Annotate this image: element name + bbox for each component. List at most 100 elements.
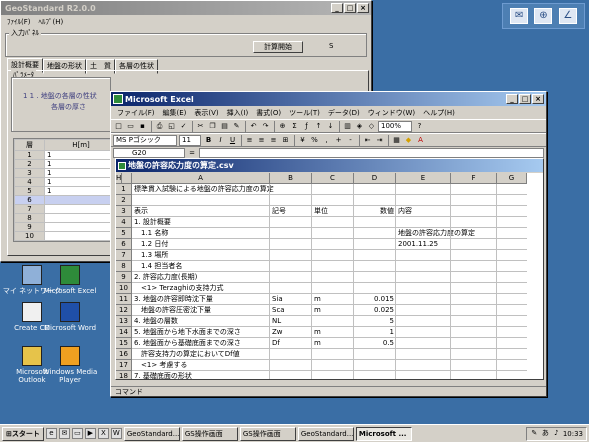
task-gs-screen-1[interactable]: GS操作画面 [181,426,238,441]
row-header[interactable]: 9 [116,272,132,283]
media-icon[interactable]: ▶ [84,428,96,439]
copy-icon[interactable]: ❐ [207,121,218,132]
menu-edit[interactable]: 編集(E) [159,108,191,118]
row-header[interactable]: 7 [116,250,132,261]
chart-wizard-icon[interactable]: ▥ [342,121,353,132]
spell-icon[interactable]: ✓ [178,121,189,132]
column-header-g[interactable]: G [497,173,527,184]
column-header-c[interactable]: C [312,173,354,184]
redo-icon[interactable]: ↷ [260,121,271,132]
bold-icon[interactable]: B [203,135,214,146]
row-header[interactable]: 17 [116,360,132,371]
hyperlink-icon[interactable]: ⊕ [277,121,288,132]
task-geostandard-2[interactable]: GeoStandard... [297,426,354,441]
cut-icon[interactable]: ✂ [195,121,206,132]
desktop-icon-word[interactable]: Microsoft Word [40,302,100,332]
ie-icon[interactable]: e [45,428,57,439]
menu-view[interactable]: 表示(V) [190,108,222,118]
menu-window[interactable]: ウィンドウ(W) [364,108,419,118]
row-header[interactable]: 3 [116,206,132,217]
grid-row[interactable]: 8 [14,213,118,223]
close-button[interactable]: × [357,3,369,13]
currency-icon[interactable]: ¥ [297,135,308,146]
decrease-decimal-icon[interactable]: - [345,135,356,146]
grid-row[interactable]: 51 [14,186,118,196]
column-header-f[interactable]: F [451,173,497,184]
column-header-b[interactable]: B [270,173,312,184]
column-header-d[interactable]: D [354,173,396,184]
minimize-button[interactable]: _ [506,94,518,104]
menu-insert[interactable]: 挿入(I) [223,108,253,118]
align-center-icon[interactable]: ≡ [256,135,267,146]
print-icon[interactable]: ⎙ [154,121,165,132]
italic-icon[interactable]: I [215,135,226,146]
row-header[interactable]: 12 [116,305,132,316]
calc-start-button[interactable]: 計算開始 [253,41,303,53]
globe-icon[interactable]: ⊕ [534,8,553,24]
menu-help[interactable]: ﾍﾙﾌﾟ(H) [35,17,68,27]
align-left-icon[interactable]: ≡ [244,135,255,146]
excel-quicklaunch-icon[interactable]: X [97,428,109,439]
worksheet-grid[interactable]: A B C D E F G H 1 標準貫入試験による地盤の許容応力度の算定 2 3 表示 記号 単位 数値内… [116,173,543,379]
map-icon[interactable]: ◈ [354,121,365,132]
cell-a18[interactable]: 7. 基礎底面の形状 [132,371,192,379]
increase-decimal-icon[interactable]: + [333,135,344,146]
word-quicklaunch-icon[interactable]: W [110,428,122,439]
menu-help[interactable]: ヘルプ(H) [419,108,459,118]
percent-icon[interactable]: % [309,135,320,146]
menu-file[interactable]: ファイル(F) [113,108,159,118]
task-geostandard-1[interactable]: GeoStandard... [123,426,180,441]
pen-icon[interactable]: ✎ [530,429,539,438]
row-header[interactable]: 18 [116,371,132,379]
maximize-button[interactable]: □ [344,3,356,13]
sort-asc-icon[interactable]: ↑ [313,121,324,132]
close-button[interactable]: × [532,94,544,104]
menu-file[interactable]: ﾌｧｲﾙ(F) [3,17,35,27]
row-header[interactable]: 13 [116,316,132,327]
format-painter-icon[interactable]: ✎ [231,121,242,132]
row-header[interactable]: 16 [116,349,132,360]
desktop-icon-media-player[interactable]: Windows Media Player [40,346,100,384]
name-box[interactable]: G20 [113,148,185,158]
task-excel[interactable]: Microsoft ... [355,426,412,441]
menu-format[interactable]: 書式(O) [252,108,285,118]
help-icon[interactable]: ? [414,121,425,132]
save-icon[interactable]: ▪ [137,121,148,132]
function-icon[interactable]: ƒ [301,121,312,132]
increase-indent-icon[interactable]: ⇥ [374,135,385,146]
row-header[interactable]: 2 [116,195,132,206]
chart-icon[interactable]: ∠ [558,8,577,24]
ime-icon[interactable]: あ [541,429,550,438]
column-header-a[interactable]: A [132,173,270,184]
drawing-icon[interactable]: ◇ [366,121,377,132]
row-header[interactable]: 4 [116,217,132,228]
font-color-icon[interactable]: A [415,135,426,146]
row-header[interactable]: 11 [116,294,132,305]
row-header[interactable]: 1 [116,184,132,195]
paste-icon[interactable]: ▤ [219,121,230,132]
row-header[interactable]: 6 [116,239,132,250]
menu-data[interactable]: データ(D) [324,108,364,118]
align-right-icon[interactable]: ≡ [268,135,279,146]
font-name-select[interactable]: MS Pゴシック [113,134,177,146]
formula-input[interactable] [199,148,544,158]
font-size-select[interactable]: 11 [179,134,201,146]
row-header[interactable]: 14 [116,327,132,338]
fill-color-icon[interactable]: ◆ [403,135,414,146]
grid-row[interactable]: 11 [14,150,118,160]
open-icon[interactable]: ▭ [125,121,136,132]
row-header[interactable]: 10 [116,283,132,294]
row-header[interactable]: 8 [116,261,132,272]
menu-tools[interactable]: ツール(T) [285,108,324,118]
row-header[interactable]: 5 [116,228,132,239]
borders-icon[interactable]: ▦ [391,135,402,146]
mail-icon[interactable]: ✉ [510,8,529,24]
grid-row[interactable]: 10 [14,231,118,241]
excel-titlebar[interactable]: Microsoft Excel _ □ × [111,92,546,106]
show-desktop-icon[interactable]: ▭ [71,428,83,439]
maximize-button[interactable]: □ [519,94,531,104]
volume-icon[interactable]: ♪ [552,429,561,438]
autosum-icon[interactable]: Σ [289,121,300,132]
merge-center-icon[interactable]: ⊞ [280,135,291,146]
grid-row[interactable]: 41 [14,177,118,187]
